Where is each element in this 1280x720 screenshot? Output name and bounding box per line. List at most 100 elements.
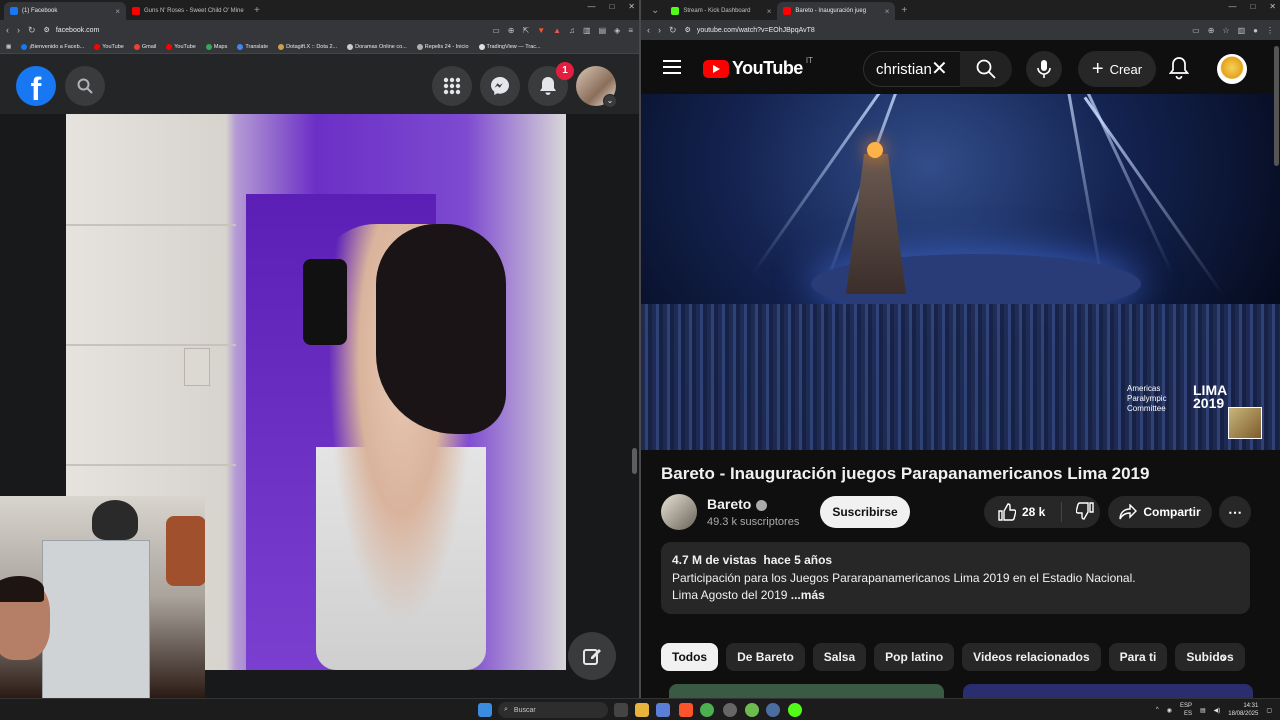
chip-videos-relacionados[interactable]: Videos relacionados [962, 643, 1101, 671]
more-actions-button[interactable]: ⋯ [1219, 496, 1251, 528]
url-field[interactable]: ⚙ youtube.com/watch?v=EOhJBpqAvT8 [685, 26, 1185, 35]
page-scrollbar[interactable] [1274, 46, 1279, 166]
cast-icon[interactable]: ▭ [492, 26, 500, 35]
share-icon[interactable]: ⇱ [523, 26, 530, 35]
bookmark-item[interactable]: YouTube [94, 43, 124, 50]
menu-button[interactable] [432, 66, 472, 106]
subscribe-button[interactable]: Suscribirse [820, 496, 910, 528]
language-indicator[interactable]: ESP ES [1180, 702, 1192, 718]
kick-icon[interactable] [788, 703, 802, 717]
close-window-icon[interactable]: ✕ [628, 2, 635, 11]
recommended-thumbnail[interactable] [963, 684, 1253, 698]
messenger-button[interactable] [480, 66, 520, 106]
chip-pop-latino[interactable]: Pop latino [874, 643, 955, 671]
create-button[interactable]: + Crear [1078, 51, 1156, 87]
video-description[interactable]: 4.7 M de vistas hace 5 años Participació… [661, 542, 1250, 614]
chip-subidos[interactable]: Subidos [1175, 643, 1245, 671]
bookmark-item[interactable]: Translate [237, 43, 268, 50]
task-view-icon[interactable] [614, 703, 628, 717]
cast-icon[interactable]: ▭ [1192, 26, 1200, 35]
search-button[interactable] [65, 66, 105, 106]
hamburger-menu-icon[interactable] [663, 60, 681, 74]
minimize-icon[interactable]: — [1228, 2, 1236, 11]
channel-watermark[interactable] [1228, 407, 1262, 439]
channel-name-row[interactable]: Bareto [707, 496, 768, 512]
maximize-icon[interactable]: □ [1250, 2, 1255, 11]
wallet-icon[interactable]: ▤ [599, 26, 607, 35]
close-window-icon[interactable]: ✕ [1269, 2, 1276, 11]
youtube-logo[interactable]: YouTube IT [703, 56, 813, 79]
app-icon[interactable] [723, 703, 737, 717]
bookmark-item[interactable]: Gmail [133, 43, 156, 50]
minimize-icon[interactable]: — [587, 2, 595, 11]
site-info-icon[interactable]: ⚙ [685, 26, 691, 34]
taskbar-search[interactable]: ⌕ Buscar [498, 702, 608, 718]
bookmark-item[interactable]: TradingView — Trac... [478, 43, 541, 50]
dislike-button[interactable] [1062, 501, 1094, 523]
menu-icon[interactable]: ≡ [628, 26, 633, 35]
bookmark-item[interactable]: Dotagift.X :: Dota 2... [278, 43, 337, 50]
bookmark-item[interactable]: Doramas Online co... [347, 43, 407, 50]
zoom-icon[interactable]: ⊕ [508, 26, 515, 35]
chip-todos[interactable]: Todos [661, 643, 719, 671]
search-button[interactable] [960, 51, 1012, 87]
tab-kick-dashboard[interactable]: Stream - Kick Dashboard × [665, 2, 777, 20]
chip-para-ti[interactable]: Para ti [1108, 643, 1168, 671]
url-field[interactable]: ⚙ facebook.com [44, 26, 485, 35]
facebook-logo[interactable]: f [16, 66, 56, 106]
start-icon[interactable] [478, 703, 492, 717]
forward-icon[interactable]: › [17, 25, 20, 35]
notifications-icon[interactable]: ▢ [1266, 707, 1272, 714]
close-icon[interactable]: × [767, 7, 772, 16]
chrome-icon[interactable] [700, 703, 714, 717]
recommended-thumbnail[interactable] [669, 684, 944, 698]
tab-guns-n-roses[interactable]: Guns N' Roses - Sweet Child O' Mine × [126, 2, 248, 20]
chip-salsa[interactable]: Salsa [812, 643, 867, 671]
vpn-icon[interactable]: ◈ [614, 26, 620, 35]
maximize-icon[interactable]: □ [609, 2, 614, 11]
bookmark-item[interactable]: Repelis 24 - Inicio [416, 43, 469, 50]
chevron-right-icon[interactable]: › [1221, 649, 1226, 665]
video-player[interactable]: Americas Paralympic Committee LIMA 2019 [641, 94, 1280, 450]
extensions-icon[interactable]: ▥ [1238, 26, 1246, 35]
site-info-icon[interactable]: ⚙ [44, 26, 50, 34]
chevron-down-icon[interactable]: ⌄ [603, 94, 617, 108]
brave-shield-icon[interactable]: ▼ [537, 26, 545, 35]
file-explorer-icon[interactable] [635, 703, 649, 717]
brave-rewards-icon[interactable]: ▲ [553, 26, 561, 35]
star-icon[interactable]: ☆ [1222, 26, 1229, 35]
notifications-button[interactable]: 1 [528, 62, 574, 106]
extensions-icon[interactable]: ♫ [569, 26, 575, 35]
volume-icon[interactable]: ◀) [1214, 707, 1221, 714]
tab-facebook[interactable]: (1) Facebook × [4, 2, 126, 20]
channel-avatar[interactable] [661, 494, 697, 530]
profile-icon[interactable]: ● [1253, 26, 1258, 35]
like-button[interactable]: 28 k [984, 502, 1062, 522]
tab-youtube-video[interactable]: Bareto - Inauguración jueg × [777, 2, 896, 20]
wifi-icon[interactable]: ▤ [1200, 707, 1206, 714]
new-message-button[interactable] [568, 632, 616, 680]
brave-icon[interactable] [679, 703, 693, 717]
tab-search-icon[interactable]: ⌄ [645, 2, 665, 20]
reload-icon[interactable]: ↻ [669, 25, 677, 36]
clock[interactable]: 14:31 18/08/2025 [1228, 702, 1258, 718]
chip-de-bareto[interactable]: De Bareto [726, 643, 805, 671]
close-icon[interactable]: × [885, 7, 890, 16]
new-tab-button[interactable]: + [248, 2, 266, 20]
forward-icon[interactable]: › [658, 25, 661, 35]
menu-icon[interactable]: ⋮ [1266, 26, 1274, 35]
zoom-icon[interactable]: ⊕ [1208, 26, 1215, 35]
app-icon[interactable] [656, 703, 670, 717]
new-tab-button[interactable]: + [895, 2, 913, 20]
share-button[interactable]: Compartir [1108, 496, 1212, 528]
chevron-up-icon[interactable]: ^ [1156, 707, 1159, 713]
bookmark-item[interactable]: YouTube [166, 43, 196, 50]
bookmark-item[interactable]: ¡Bienvenido a Faceb... [21, 43, 84, 50]
location-icon[interactable]: ◉ [1167, 707, 1172, 714]
clear-search-icon[interactable]: ✕ [931, 56, 948, 81]
sidebar-icon[interactable]: ▥ [583, 26, 591, 35]
app-icon[interactable] [745, 703, 759, 717]
account-avatar[interactable] [1217, 54, 1247, 84]
close-icon[interactable]: × [115, 7, 120, 16]
notifications-button[interactable] [1168, 56, 1190, 85]
